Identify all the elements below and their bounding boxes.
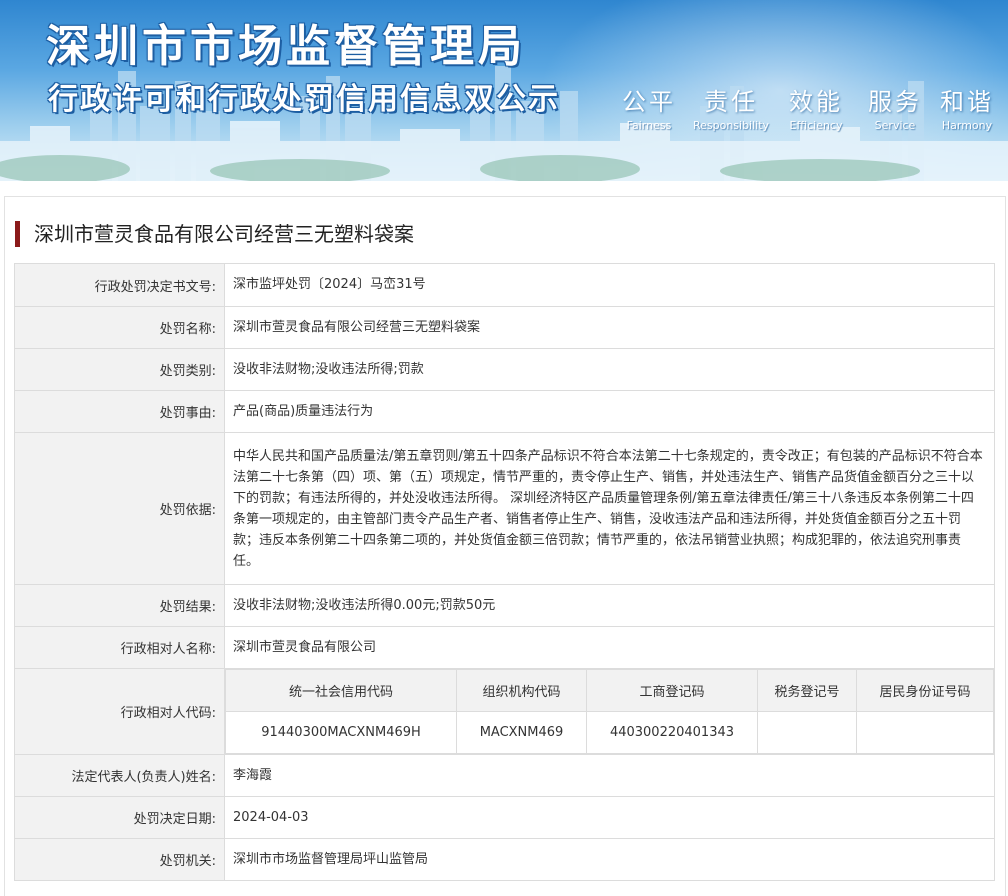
party-code-value-row: 91440300MACXNM469H MACXNM469 44030022040… [225,711,994,754]
slogan-en: Responsibility [692,119,770,132]
label-legal-rep: 法定代表人(负责人)姓名: [14,754,225,797]
label-basis: 处罚依据: [14,432,225,585]
label-party: 行政相对人名称: [14,626,225,669]
value-authority: 深圳市市场监督管理局坪山监管局 [224,838,995,881]
label-reason: 处罚事由: [14,390,225,433]
label-party-code: 行政相对人代码: [14,668,225,755]
banner-title: 深圳市市场监督管理局 [46,21,526,72]
row-date: 处罚决定日期: 2024-04-03 [14,796,995,839]
slogan-en: Harmony [941,119,993,132]
case-detail-table: 行政处罚决定书文号: 深市监坪处罚〔2024〕马峦31号 处罚名称: 深圳市萱灵… [14,263,995,881]
row-reason: 处罚事由: 产品(商品)质量违法行为 [14,390,995,433]
value-category: 没收非法财物;没收违法所得;罚款 [224,348,995,391]
value-credit-code: 91440300MACXNM469H [225,711,457,754]
row-name: 处罚名称: 深圳市萱灵食品有限公司经营三无塑料袋案 [14,306,995,349]
label-doc-no: 行政处罚决定书文号: [14,263,225,307]
row-result: 处罚结果: 没收非法财物;没收违法所得0.00元;罚款50元 [14,584,995,627]
header-banner: 深圳市市场监督管理局 行政许可和行政处罚信用信息双公示 公平 Fairness … [0,0,1008,181]
slogan-cn: 公平 [622,88,676,116]
label-result: 处罚结果: [14,584,225,627]
label-date: 处罚决定日期: [14,796,225,839]
value-org-code: MACXNM469 [456,711,587,754]
value-result: 没收非法财物;没收违法所得0.00元;罚款50元 [224,584,995,627]
header-id-card: 居民身份证号码 [856,669,994,712]
row-party: 行政相对人名称: 深圳市萱灵食品有限公司 [14,626,995,669]
party-code-table: 统一社会信用代码 组织机构代码 工商登记码 税务登记号 居民身份证号码 9144… [225,669,994,754]
label-category: 处罚类别: [14,348,225,391]
row-party-code: 行政相对人代码: 统一社会信用代码 组织机构代码 工商登记码 税务登记号 居民身… [14,668,995,755]
header-tax-reg: 税务登记号 [757,669,857,712]
slogan-en: Fairness [626,119,672,132]
value-name: 深圳市萱灵食品有限公司经营三无塑料袋案 [224,306,995,349]
value-reason: 产品(商品)质量违法行为 [224,390,995,433]
slogan-harmony: 和谐 Harmony [936,82,998,132]
value-date: 2024-04-03 [224,796,995,839]
value-doc-no: 深市监坪处罚〔2024〕马峦31号 [224,263,995,307]
slogan-en: Efficiency [789,119,843,132]
slogan-cn: 和谐 [940,88,994,116]
value-party: 深圳市萱灵食品有限公司 [224,626,995,669]
slogan-en: Service [874,119,916,132]
header-credit-code: 统一社会信用代码 [225,669,457,712]
value-legal-rep: 李海霞 [224,754,995,797]
row-legal-rep: 法定代表人(负责人)姓名: 李海霞 [14,754,995,797]
row-doc-no: 行政处罚决定书文号: 深市监坪处罚〔2024〕马峦31号 [14,263,995,307]
row-authority: 处罚机关: 深圳市市场监督管理局坪山监管局 [14,838,995,881]
party-code-header-row: 统一社会信用代码 组织机构代码 工商登记码 税务登记号 居民身份证号码 [225,669,994,712]
slogan-cn: 服务 [868,88,922,116]
slogan-cn: 责任 [704,88,758,116]
banner-slogans: 公平 Fairness 责任 Responsibility 效能 Efficie… [620,82,998,132]
label-name: 处罚名称: [14,306,225,349]
value-basis: 中华人民共和国产品质量法/第五章罚则/第五十四条产品标识不符合本法第二十七条规定… [224,432,995,585]
label-authority: 处罚机关: [14,838,225,881]
header-business-reg: 工商登记码 [586,669,758,712]
slogan-service: 服务 Service [866,82,924,132]
slogan-fairness: 公平 Fairness [620,82,678,132]
row-category: 处罚类别: 没收非法财物;没收违法所得;罚款 [14,348,995,391]
row-basis: 处罚依据: 中华人民共和国产品质量法/第五章罚则/第五十四条产品标识不符合本法第… [14,432,995,585]
header-org-code: 组织机构代码 [456,669,587,712]
case-title: 深圳市萱灵食品有限公司经营三无塑料袋案 [15,221,414,247]
slogan-efficiency: 效能 Efficiency [782,82,850,132]
value-business-reg: 440300220401343 [586,711,758,754]
party-code-cell: 统一社会信用代码 组织机构代码 工商登记码 税务登记号 居民身份证号码 9144… [224,668,995,755]
value-id-card [856,711,994,754]
value-tax-reg [757,711,857,754]
slogan-cn: 效能 [789,88,843,116]
slogan-responsibility: 责任 Responsibility [692,82,770,132]
case-detail-panel: 深圳市萱灵食品有限公司经营三无塑料袋案 行政处罚决定书文号: 深市监坪处罚〔20… [4,196,1006,896]
banner-subtitle: 行政许可和行政处罚信用信息双公示 [48,82,560,117]
